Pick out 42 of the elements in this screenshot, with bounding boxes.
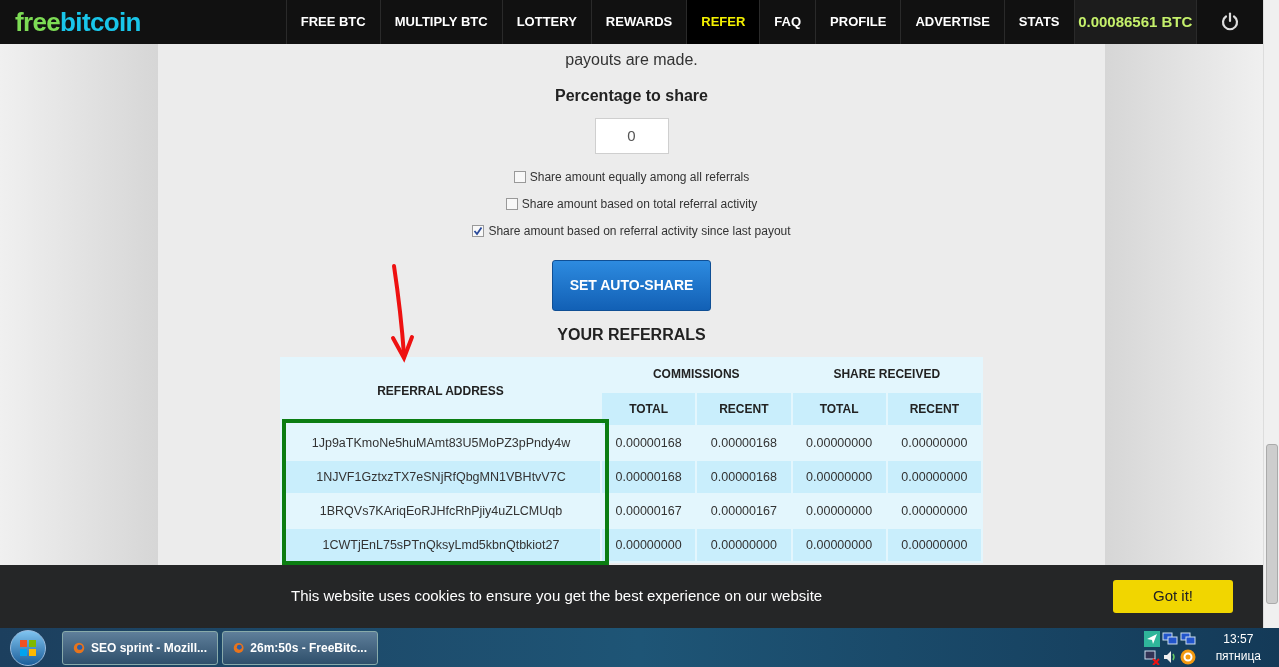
- table-cell: 0.00000000: [886, 528, 982, 562]
- cookie-message: This website uses cookies to ensure you get the best experience on our website: [291, 586, 823, 607]
- checkbox[interactable]: [513, 171, 526, 183]
- network-computers-icon[interactable]: [1179, 630, 1196, 647]
- windows-logo-icon: [19, 638, 37, 657]
- set-auto-share-button[interactable]: SET AUTO-SHARE: [552, 260, 711, 311]
- percentage-label: Percentage to share: [555, 86, 708, 106]
- paper-plane-icon[interactable]: [1143, 630, 1160, 647]
- checkbox[interactable]: [505, 198, 518, 210]
- power-icon[interactable]: [1220, 12, 1240, 32]
- scrollbar[interactable]: [1263, 0, 1279, 628]
- checkbox-label: Share amount based on total referral activity: [521, 196, 758, 213]
- network-computers-icon[interactable]: [1161, 630, 1178, 647]
- column-header: TOTAL: [791, 392, 887, 426]
- got-it-button[interactable]: Got it!: [1113, 580, 1233, 613]
- ring-icon[interactable]: [1179, 648, 1196, 665]
- column-group-header: COMMISSIONS: [601, 357, 792, 392]
- table-cell: 1Jp9aTKmoNe5huMAmt83U5MoPZ3pPndy4w: [281, 426, 601, 460]
- balance-display[interactable]: 0.00086561 BTC: [1073, 0, 1196, 44]
- column-header: REFERRAL ADDRESS: [281, 357, 601, 426]
- table-cell: 0.00000000: [696, 528, 792, 562]
- referrals-title: YOUR REFERRALS: [557, 325, 706, 345]
- intro-text: payouts are made.: [565, 50, 698, 70]
- taskbar-button[interactable]: 26m:50s - FreeBitc...: [222, 630, 378, 665]
- column-header: RECENT: [886, 392, 982, 426]
- disconnected-network-icon[interactable]: [1143, 648, 1160, 665]
- column-header: RECENT: [696, 392, 792, 426]
- taskbar-button[interactable]: SEO sprint - Mozill...: [62, 630, 218, 665]
- column-group-header: SHARE RECEIVED: [791, 357, 982, 392]
- clock-time[interactable]: 13:57: [1223, 630, 1254, 648]
- site-logo[interactable]: freebitcoin: [0, 0, 286, 44]
- start-button[interactable]: [10, 629, 46, 666]
- nav-tab[interactable]: REFER: [686, 0, 760, 44]
- percentage-input[interactable]: 0: [594, 118, 669, 154]
- scrollbar-thumb[interactable]: [1265, 444, 1278, 604]
- checkbox[interactable]: [472, 225, 485, 237]
- checkbox-label: Share amount based on referral activity since last payout: [488, 223, 791, 240]
- column-header: TOTAL: [601, 392, 697, 426]
- table-cell: 0.00000000: [791, 528, 887, 562]
- table-cell: 1CWTjEnL75sPTnQksyLmd5kbnQtbkiot27: [281, 528, 601, 562]
- clock-day[interactable]: пятница: [1215, 647, 1261, 665]
- checkbox-label: Share amount equally among all referrals: [529, 169, 750, 186]
